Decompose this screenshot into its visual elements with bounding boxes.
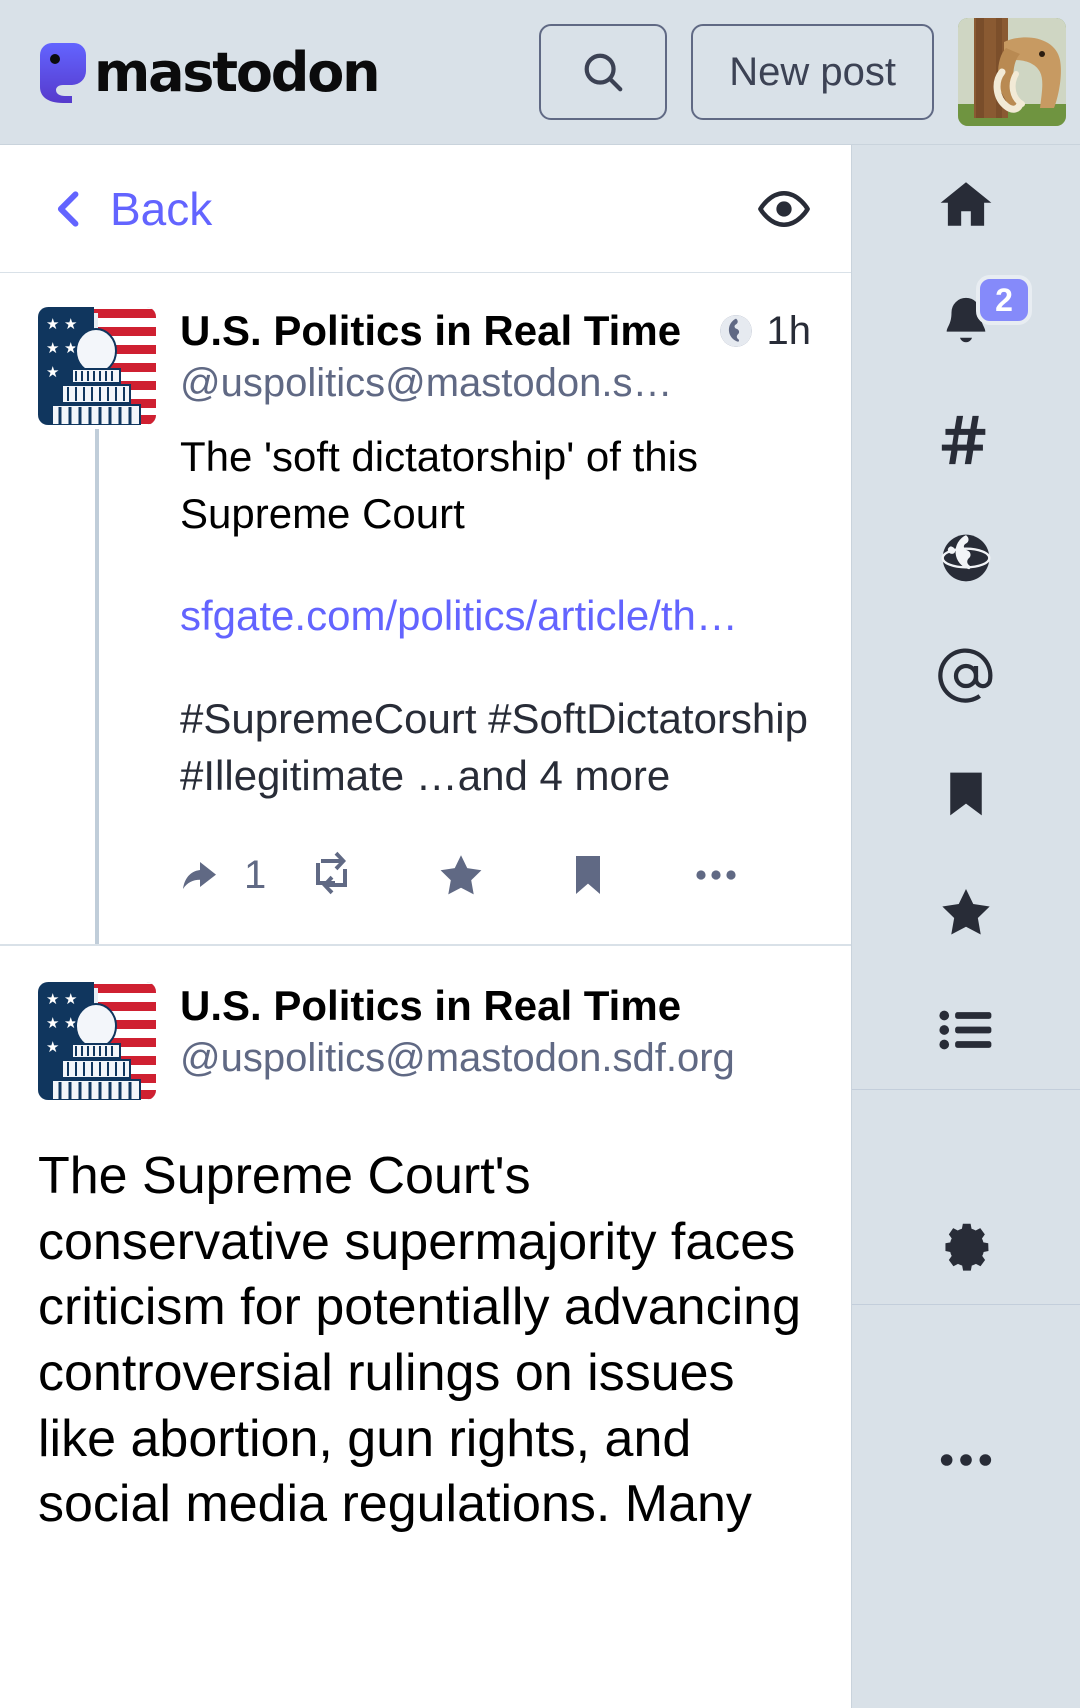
notifications-badge: 2 [976, 275, 1032, 325]
status-2-handle[interactable]: @uspolitics@mastodon.sdf.org [180, 1036, 813, 1081]
bookmark-button[interactable] [564, 851, 692, 899]
svg-text:★: ★ [46, 1038, 59, 1056]
status-1-handle[interactable]: @uspolitics@mastodon.s… [180, 361, 811, 406]
thread-connector [38, 429, 156, 945]
search-button[interactable] [539, 24, 668, 120]
hashtag-icon [937, 411, 995, 469]
favourite-button[interactable] [436, 850, 564, 900]
gear-icon [937, 1216, 995, 1274]
ellipsis-icon [692, 851, 740, 899]
column-header: Back [0, 145, 851, 273]
status-1-meta: 1h [717, 308, 812, 354]
star-icon [436, 850, 486, 900]
us-capitol-flag-avatar-icon[interactable]: ★ ★ ★ ★ ★ [38, 982, 156, 1101]
back-button[interactable]: Back [48, 182, 212, 236]
status-1-inner: ★ ★ ★ ★ ★ U.S. Politics in Real Time 1h … [0, 307, 851, 945]
more-button[interactable] [692, 851, 820, 899]
chevron-left-icon [48, 187, 92, 231]
sidebar-divider [852, 1089, 1080, 1090]
sidebar-divider [852, 1304, 1080, 1305]
logo-wordmark: mastodon [94, 40, 381, 104]
sidebar-item-hashtags[interactable] [852, 381, 1080, 499]
status-column: Back ★ ★ ★ ★ ★ U.S. Politics in Real Tim… [0, 145, 852, 1708]
star-icon [937, 883, 995, 941]
top-navigation-bar: mastodon New post [0, 0, 1080, 145]
sidebar-item-more[interactable] [852, 1401, 1080, 1519]
us-capitol-flag-avatar-icon[interactable]: ★ ★ ★ ★ ★ [38, 307, 156, 425]
bookmark-icon [939, 767, 993, 821]
boost-button[interactable] [308, 851, 436, 899]
status-2-author: U.S. Politics in Real Time @uspolitics@m… [180, 982, 813, 1081]
sidebar-item-home[interactable] [852, 145, 1080, 263]
svg-text:★: ★ [46, 339, 59, 357]
status-1-body: The 'soft dictatorship' of this Supreme … [38, 425, 811, 945]
status-1[interactable]: ★ ★ ★ ★ ★ U.S. Politics in Real Time 1h … [0, 273, 851, 947]
at-icon [936, 646, 996, 706]
status-1-header: ★ ★ ★ ★ ★ U.S. Politics in Real Time 1h … [38, 307, 811, 425]
sidebar-item-explore[interactable] [852, 499, 1080, 617]
account-avatar-button[interactable] [958, 18, 1066, 126]
sidebar-item-lists[interactable] [852, 971, 1080, 1089]
status-2-text: The Supreme Court's conservative superma… [38, 1147, 801, 1534]
reply-icon [180, 851, 228, 899]
sidebar-item-bookmarks[interactable] [852, 735, 1080, 853]
status-1-link[interactable]: sfgate.com/politics/article/th… [180, 592, 738, 639]
eye-icon[interactable] [757, 182, 811, 236]
app-body: Back ★ ★ ★ ★ ★ U.S. Politics in Real Tim… [0, 145, 1080, 1708]
sidebar-item-favourites[interactable] [852, 853, 1080, 971]
status-1-name-row: U.S. Politics in Real Time 1h [180, 307, 811, 355]
status-1-text-line: The 'soft dictatorship' of this Supreme … [180, 433, 698, 537]
mastodon-app: mastodon New post Back ★ ★ ★ ★ ★ U.S. Po… [0, 0, 1080, 1708]
sidebar-item-preferences[interactable] [852, 1186, 1080, 1304]
svg-text:★: ★ [46, 363, 59, 381]
mastodon-elephant-icon [38, 41, 98, 103]
mastodon-logo[interactable]: mastodon [38, 40, 381, 104]
reply-button[interactable]: 1 [180, 851, 308, 899]
status-1-author: U.S. Politics in Real Time 1h @uspolitic… [180, 307, 811, 406]
search-icon [580, 49, 626, 95]
svg-text:★: ★ [46, 990, 59, 1008]
status-2-display-name[interactable]: U.S. Politics in Real Time [180, 982, 813, 1030]
sidebar-item-mentions[interactable] [852, 617, 1080, 735]
new-post-button[interactable]: New post [691, 24, 934, 120]
status-1-content: The 'soft dictatorship' of this Supreme … [156, 429, 811, 944]
status-1-text: The 'soft dictatorship' of this Supreme … [180, 429, 811, 804]
svg-text:★: ★ [46, 315, 59, 333]
status-1-hashtags[interactable]: #SupremeCourt #SoftDictatorship #Illegit… [180, 691, 811, 804]
list-icon [937, 1001, 995, 1059]
bookmark-icon [564, 851, 612, 899]
status-2-header: ★ ★ ★ ★ ★ U.S. Politics in Real Time @us… [38, 982, 813, 1101]
new-post-label: New post [729, 49, 896, 94]
svg-text:★: ★ [64, 990, 77, 1008]
sidebar-item-notifications[interactable]: 2 [852, 263, 1080, 381]
status-2[interactable]: ★ ★ ★ ★ ★ U.S. Politics in Real Time @us… [0, 946, 851, 1538]
status-1-timestamp: 1h [766, 308, 812, 353]
user-avatar-mammoth-icon [958, 18, 1066, 126]
status-divider [0, 944, 851, 947]
globe-icon [717, 312, 755, 350]
status-1-display-name[interactable]: U.S. Politics in Real Time [180, 307, 703, 355]
thread-line [95, 429, 99, 945]
ellipsis-icon [937, 1431, 995, 1489]
right-navigation-sidebar: 2 [852, 145, 1080, 1708]
status-1-link-paragraph: sfgate.com/politics/article/th… [180, 588, 811, 645]
svg-text:★: ★ [64, 315, 77, 333]
reply-count: 1 [244, 852, 267, 897]
svg-text:★: ★ [46, 1014, 59, 1032]
home-icon [937, 175, 995, 233]
back-label: Back [110, 182, 213, 235]
status-1-action-bar: 1 [180, 804, 811, 944]
boost-icon [308, 851, 356, 899]
globe-icon [938, 530, 994, 586]
